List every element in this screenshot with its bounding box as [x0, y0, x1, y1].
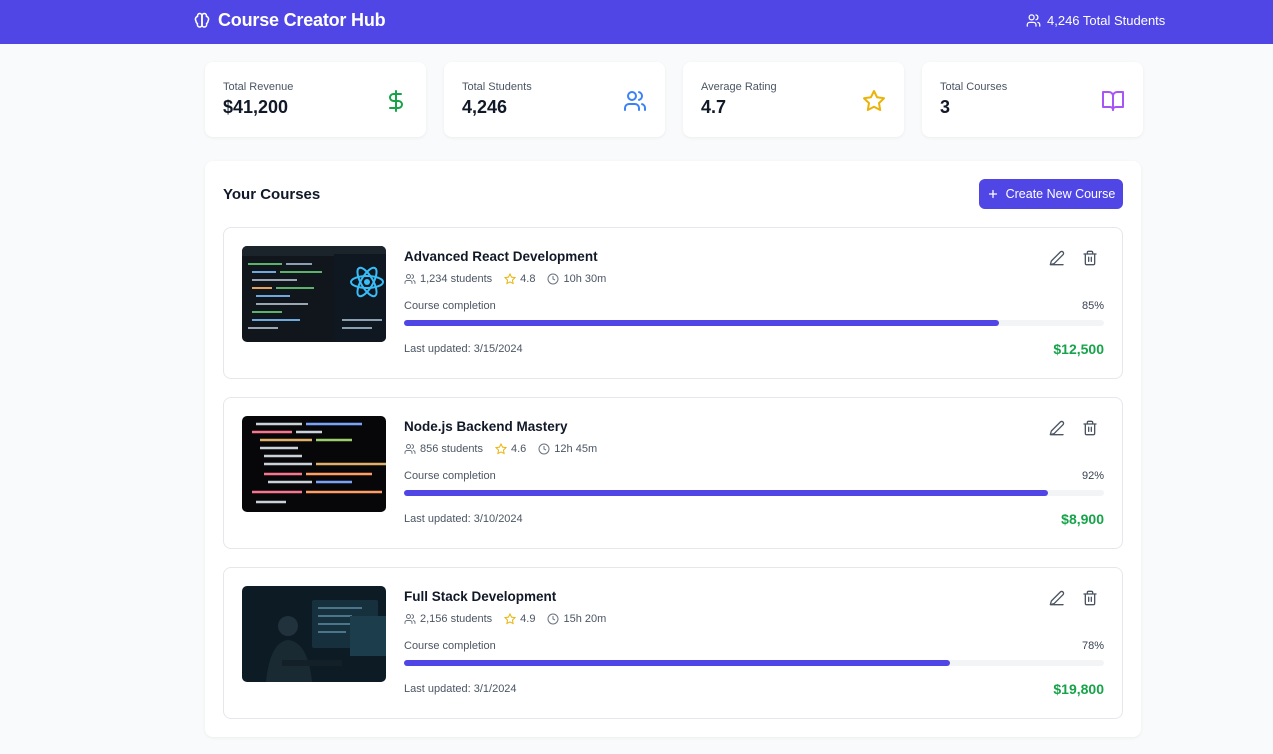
clock-icon	[538, 443, 550, 455]
student-count: 2,156 students	[420, 613, 493, 625]
users-icon	[404, 444, 416, 454]
course-actions	[1049, 420, 1098, 436]
course-card: Full Stack Development 2,156 students 4.…	[223, 567, 1123, 719]
completion-progress-bar	[404, 320, 1104, 326]
stat-label: Total Revenue	[223, 81, 294, 93]
stat-label: Total Courses	[940, 81, 1008, 93]
stat-value: 4,246	[462, 97, 508, 117]
course-title[interactable]: Advanced React Development	[404, 249, 598, 264]
duration: 12h 45m	[554, 443, 598, 455]
stat-card-revenue: Total Revenue $41,200	[205, 62, 426, 137]
course-actions	[1049, 250, 1098, 266]
last-updated: Last updated: 3/1/2024	[404, 683, 517, 695]
users-icon	[624, 91, 646, 111]
users-icon	[1026, 14, 1041, 27]
brand[interactable]: Course Creator Hub	[193, 10, 386, 31]
rating: 4.8	[520, 273, 536, 285]
stat-value: 4.7	[701, 97, 727, 117]
course-meta: 1,234 students 4.8 10h 30m	[404, 273, 618, 285]
student-count: 1,234 students	[420, 273, 493, 285]
stat-label: Average Rating	[701, 81, 777, 93]
completion-progress-bar	[404, 490, 1104, 496]
duration: 15h 20m	[563, 613, 607, 625]
create-new-course-button[interactable]: Create New Course	[979, 179, 1123, 209]
total-students-text: 4,246 Total Students	[1047, 13, 1166, 28]
courses-panel-title: Your Courses	[223, 186, 321, 203]
duration: 10h 30m	[563, 273, 607, 285]
course-revenue: $8,900	[1061, 511, 1104, 527]
users-icon	[404, 614, 416, 624]
courses-panel: Your Courses Create New Course Advanced …	[205, 161, 1141, 737]
plus-icon	[988, 189, 997, 199]
course-revenue: $19,800	[1053, 681, 1104, 697]
course-card: Advanced React Development 1,234 student…	[223, 227, 1123, 379]
completion-percent: 85%	[1081, 300, 1104, 312]
create-button-label: Create New Course	[1005, 187, 1116, 201]
top-bar: Course Creator Hub 4,246 Total Students	[0, 0, 1273, 44]
total-students-summary: 4,246 Total Students	[1026, 13, 1165, 28]
stat-card-courses: Total Courses 3	[922, 62, 1143, 137]
last-updated: Last updated: 3/10/2024	[404, 513, 523, 525]
course-thumbnail[interactable]	[242, 246, 386, 342]
stat-value: 3	[940, 97, 951, 117]
completion-label: Course completion	[404, 640, 496, 652]
stats-row: Total Revenue $41,200 Total Students 4,2…	[205, 62, 1143, 137]
last-updated: Last updated: 3/15/2024	[404, 343, 523, 355]
clock-icon	[547, 613, 559, 625]
completion-percent: 78%	[1081, 640, 1104, 652]
course-thumbnail[interactable]	[242, 416, 386, 512]
course-title[interactable]: Node.js Backend Mastery	[404, 419, 568, 434]
star-icon	[495, 443, 507, 455]
stat-label: Total Students	[462, 81, 532, 93]
completion-progress-bar	[404, 660, 1104, 666]
book-icon	[1102, 91, 1124, 111]
completion-progress-fill	[404, 660, 950, 666]
trash-icon[interactable]	[1082, 250, 1098, 266]
course-revenue: $12,500	[1053, 341, 1104, 357]
completion-progress-fill	[404, 490, 1048, 496]
stat-value: $41,200	[223, 97, 289, 117]
clock-icon	[547, 273, 559, 285]
rating: 4.9	[520, 613, 536, 625]
star-icon	[863, 90, 885, 112]
course-meta: 856 students 4.6 12h 45m	[404, 443, 609, 455]
edit-icon[interactable]	[1049, 420, 1065, 436]
brand-title: Course Creator Hub	[218, 10, 386, 30]
course-actions	[1049, 590, 1098, 606]
star-icon	[504, 273, 517, 285]
users-icon	[404, 274, 416, 284]
course-meta: 2,156 students 4.9 15h 20m	[404, 613, 618, 625]
completion-label: Course completion	[404, 470, 496, 482]
course-title[interactable]: Full Stack Development	[404, 589, 556, 604]
trash-icon[interactable]	[1082, 420, 1098, 436]
completion-percent: 92%	[1081, 470, 1104, 482]
rating: 4.6	[511, 443, 527, 455]
trash-icon[interactable]	[1082, 590, 1098, 606]
stat-card-rating: Average Rating 4.7	[683, 62, 904, 137]
student-count: 856 students	[420, 443, 483, 455]
edit-icon[interactable]	[1049, 590, 1065, 606]
course-thumbnail[interactable]	[242, 586, 386, 682]
completion-label: Course completion	[404, 300, 496, 312]
course-card: Node.js Backend Mastery 856 students 4.6…	[223, 397, 1123, 549]
dollar-icon	[389, 90, 403, 112]
star-icon	[504, 613, 517, 625]
edit-icon[interactable]	[1049, 250, 1065, 266]
completion-progress-fill	[404, 320, 999, 326]
stat-card-students: Total Students 4,246	[444, 62, 665, 137]
brain-icon	[194, 12, 210, 28]
